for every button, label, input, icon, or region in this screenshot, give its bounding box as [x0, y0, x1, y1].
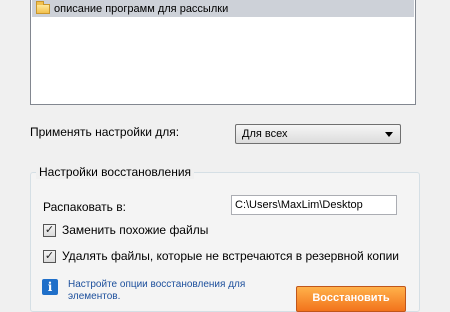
unpack-to-label: Распаковать в: — [43, 200, 126, 214]
apply-settings-select[interactable]: Для всех — [235, 124, 401, 144]
info-icon: i — [42, 279, 58, 295]
delete-missing-label: Удалять файлы, которые не встречаются в … — [62, 249, 399, 263]
chevron-down-icon — [385, 132, 393, 137]
program-list[interactable]: описание программ для рассылки — [30, 0, 416, 105]
unpack-path-input[interactable] — [231, 195, 397, 215]
list-item-label: описание программ для рассылки — [54, 2, 229, 15]
delete-missing-checkbox[interactable]: ✓ — [43, 249, 56, 263]
replace-similar-checkbox-row[interactable]: ✓ Заменить похожие файлы — [43, 223, 208, 237]
apply-settings-label: Применять настройки для: — [30, 125, 180, 139]
replace-similar-label: Заменить похожие файлы — [62, 223, 209, 237]
info-text: Настройте опции восстановления для элеме… — [68, 279, 246, 302]
replace-similar-checkbox[interactable]: ✓ — [43, 223, 56, 237]
apply-settings-value: Для всех — [242, 128, 288, 140]
restore-button[interactable]: Восстановить — [296, 286, 406, 312]
list-item[interactable]: описание программ для рассылки — [32, 0, 414, 17]
folder-icon — [36, 0, 50, 14]
restore-settings-title: Настройки восстановления — [36, 165, 195, 179]
delete-missing-checkbox-row[interactable]: ✓ Удалять файлы, которые не встречаются … — [43, 249, 399, 263]
